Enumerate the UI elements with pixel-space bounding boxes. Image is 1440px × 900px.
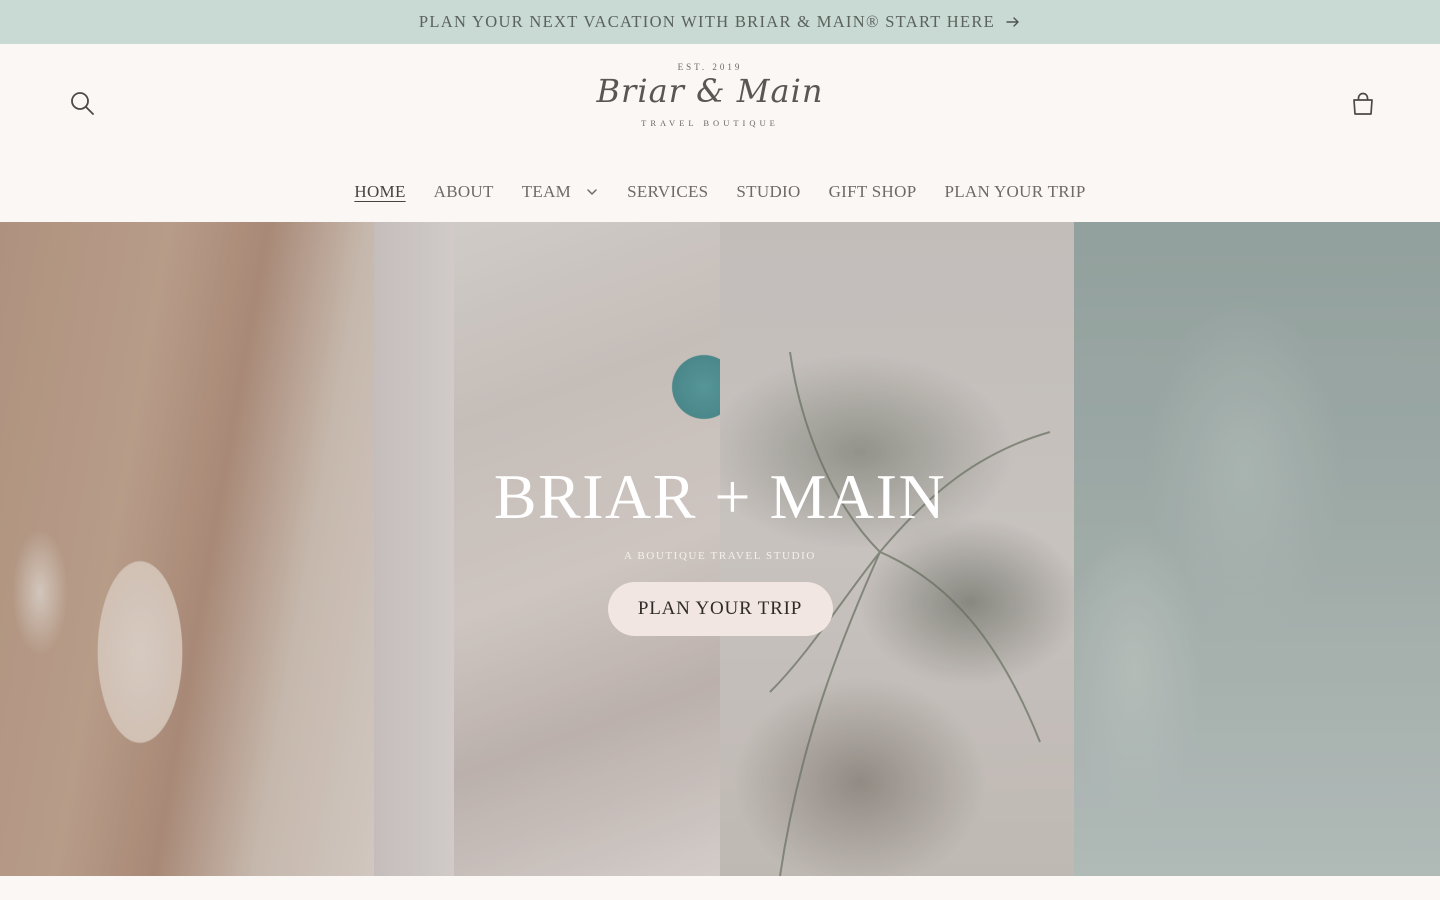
hero-title: BRIAR + MAIN [493,461,947,532]
nav-item-label: PLAN YOUR TRIP [944,182,1086,201]
nav-item-team[interactable]: TEAM [522,182,599,202]
hero-banner: BRIAR + MAIN A BOUTIQUE TRAVEL STUDIO PL… [0,222,1440,876]
cart-icon[interactable] [1348,89,1378,119]
nav-item-label: TEAM [521,182,572,201]
arrow-right-icon[interactable] [1005,14,1021,30]
site-header: EST. 2019 Briar & Main TRAVEL BOUTIQUE H… [0,44,1440,222]
nav-item-label: HOME [354,182,406,201]
hero-content: BRIAR + MAIN A BOUTIQUE TRAVEL STUDIO PL… [0,464,1440,636]
plan-your-trip-button[interactable]: PLAN YOUR TRIP [607,582,833,636]
nav-item-label: SERVICES [627,182,709,201]
search-icon[interactable] [68,89,96,117]
main-nav: HOME ABOUT TEAM SERVICES STUDIO GIFT SHO… [0,182,1440,202]
nav-item-gift-shop[interactable]: GIFT SHOP [829,182,917,202]
nav-item-home[interactable]: HOME [354,182,405,202]
announcement-bar[interactable]: PLAN YOUR NEXT VACATION WITH BRIAR & MAI… [0,0,1440,44]
announcement-text[interactable]: PLAN YOUR NEXT VACATION WITH BRIAR & MAI… [419,12,995,32]
brand-logo[interactable]: EST. 2019 Briar & Main TRAVEL BOUTIQUE [580,58,840,138]
section-divider [0,876,1440,900]
hero-subtitle: A BOUTIQUE TRAVEL STUDIO [624,550,816,562]
nav-item-studio[interactable]: STUDIO [736,182,800,202]
nav-item-label: STUDIO [736,182,801,201]
logo-subtitle-text: TRAVEL BOUTIQUE [641,118,779,128]
nav-item-label: GIFT SHOP [828,182,917,201]
chevron-down-icon[interactable] [585,185,599,199]
logo-est-text: EST. 2019 [677,62,743,72]
nav-item-plan-your-trip[interactable]: PLAN YOUR TRIP [944,182,1085,202]
nav-item-about[interactable]: ABOUT [434,182,494,202]
logo-script-text: Briar & Main [596,72,824,110]
nav-item-label: ABOUT [433,182,494,201]
nav-item-services[interactable]: SERVICES [627,182,708,202]
